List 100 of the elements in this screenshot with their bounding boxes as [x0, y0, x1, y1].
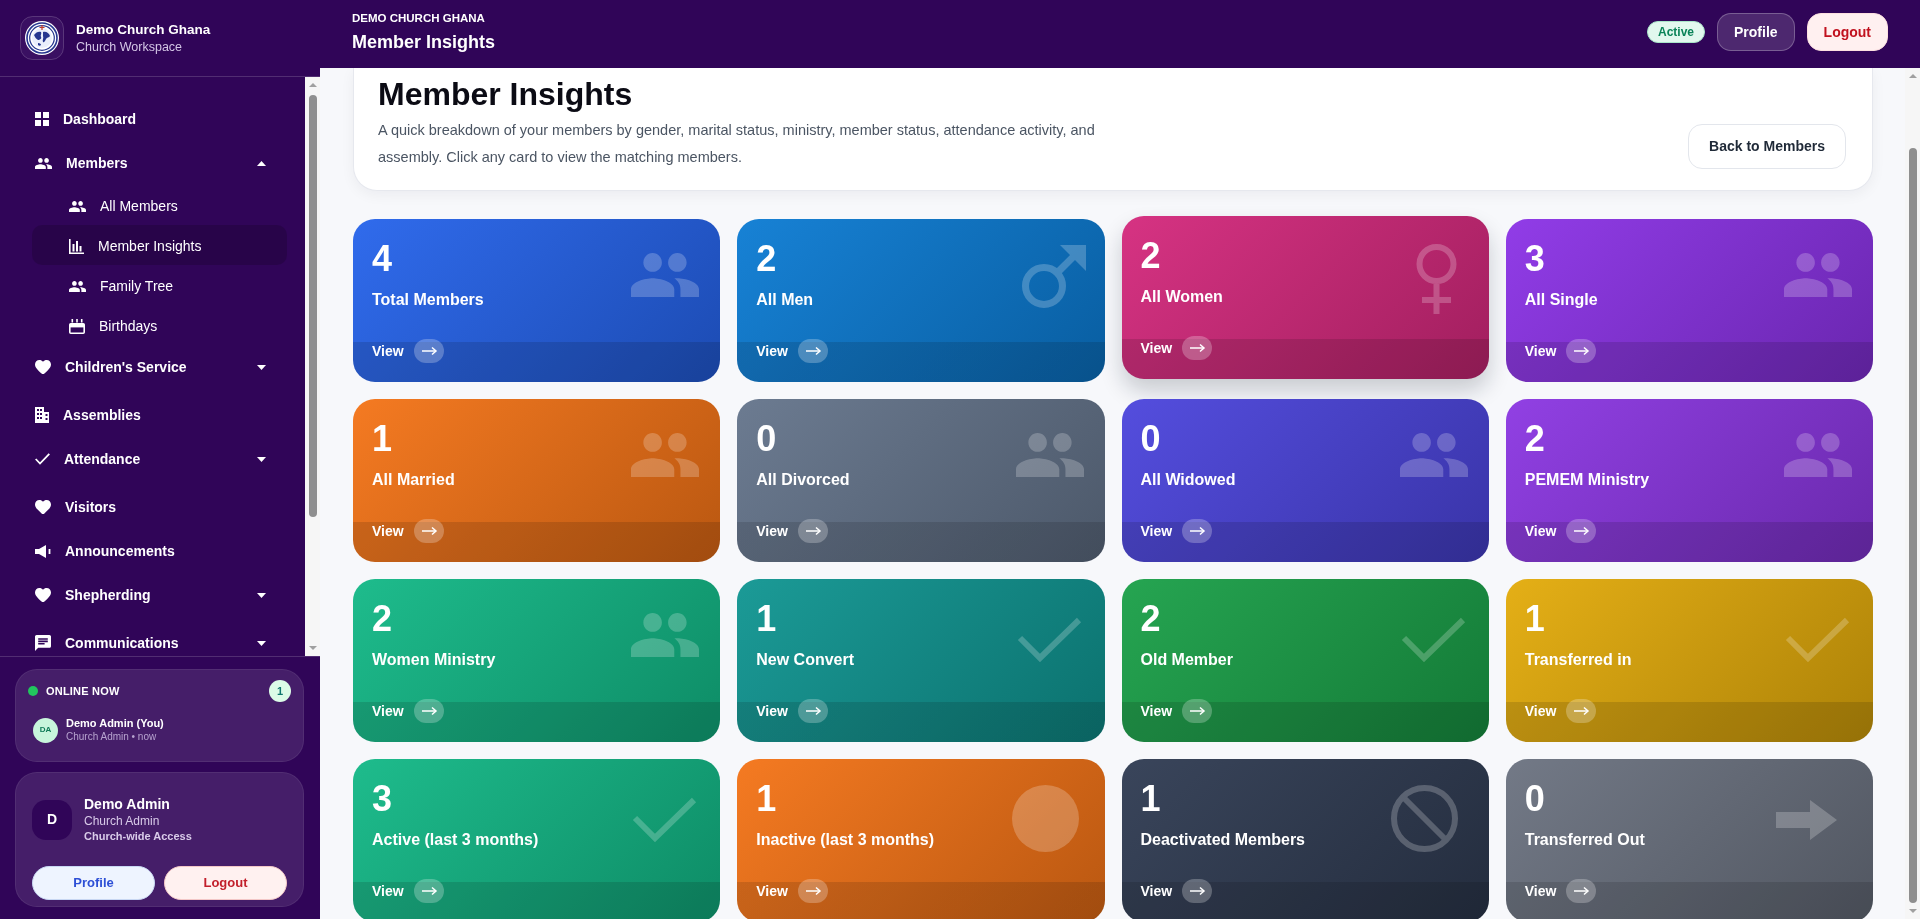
- view-link[interactable]: View: [1140, 522, 1173, 540]
- sidebar-item[interactable]: All Members: [32, 185, 287, 225]
- heart-icon: [35, 587, 51, 603]
- heart-icon: [35, 359, 51, 375]
- insight-card[interactable]: 0 All Divorced View: [737, 399, 1105, 562]
- scroll-up-icon[interactable]: [308, 83, 317, 87]
- count-value: 4: [372, 241, 393, 277]
- sidebar-item[interactable]: Assemblies: [32, 393, 287, 437]
- insight-card[interactable]: 3 All Single View: [1505, 219, 1873, 382]
- arrow-right-icon[interactable]: [797, 339, 828, 363]
- view-link[interactable]: View: [756, 522, 788, 540]
- card-title: All Single: [1524, 290, 1598, 310]
- caret-down-icon[interactable]: [257, 640, 266, 646]
- sidebar-item[interactable]: Announcements: [32, 529, 287, 573]
- insight-card[interactable]: 3 Active (last 3 months) View: [353, 759, 721, 919]
- arrow-right-icon[interactable]: [797, 519, 828, 543]
- card-title: Transferred in: [1524, 650, 1632, 670]
- count-badge: 1: [269, 680, 291, 702]
- sidebar-item[interactable]: Family Tree: [32, 265, 287, 305]
- count-value: 2: [372, 601, 393, 637]
- insight-card[interactable]: 2 PEMEM Ministry View: [1505, 399, 1873, 562]
- insight-card[interactable]: 2 Women Ministry View: [353, 579, 721, 742]
- caret-up-icon[interactable]: [257, 160, 266, 166]
- logout-button[interactable]: Logout: [164, 866, 287, 900]
- view-link[interactable]: View: [1524, 342, 1557, 360]
- arrow-right-icon[interactable]: [1182, 519, 1213, 543]
- card-title: New Convert: [756, 650, 855, 670]
- insight-card[interactable]: 2 All Men View: [737, 219, 1105, 382]
- profile-button[interactable]: Profile: [1717, 13, 1795, 51]
- view-link[interactable]: View: [372, 522, 404, 540]
- church-name: DEMO CHURCH GHANA: [352, 11, 486, 25]
- circle-icon: [1011, 785, 1079, 852]
- arrow-right-icon[interactable]: [1182, 699, 1213, 723]
- access-level: Church-wide Access: [84, 829, 192, 844]
- sidebar-item[interactable]: Communications: [32, 621, 287, 656]
- insight-card[interactable]: 2 All Women View: [1121, 216, 1489, 379]
- scrollbar-thumb[interactable]: [308, 95, 317, 517]
- insight-card[interactable]: 0 All Widowed View: [1121, 399, 1489, 562]
- people-icon: [1784, 253, 1852, 297]
- sidebar-item[interactable]: Children's Service: [32, 345, 287, 389]
- count-value: 2: [1524, 421, 1545, 457]
- insight-card[interactable]: 1 Inactive (last 3 months) View: [737, 759, 1105, 919]
- logout-button[interactable]: Logout: [1806, 13, 1888, 51]
- view-link[interactable]: View: [1524, 882, 1557, 900]
- back-button[interactable]: Back to Members: [1688, 124, 1846, 169]
- page-description: A quick breakdown of your members by gender, marital status, ministry, member status, attendance activity, and assembly. Click any card to view the matching members.: [378, 121, 1096, 167]
- arrow-right-icon[interactable]: [1566, 519, 1597, 543]
- insight-card[interactable]: 0 Transferred Out View: [1505, 759, 1873, 919]
- sidebar-item[interactable]: Birthdays: [32, 305, 287, 345]
- sidebar-item[interactable]: Dashboard: [32, 97, 287, 141]
- view-link[interactable]: View: [1140, 339, 1173, 357]
- view-link[interactable]: View: [1140, 702, 1173, 720]
- scrollbar[interactable]: [1905, 68, 1920, 919]
- insight-card[interactable]: 1 Deactivated Members View: [1121, 759, 1489, 919]
- sidebar-item[interactable]: Shepherding: [32, 573, 287, 617]
- user-role: Church Admin: [84, 813, 161, 829]
- card-title: Total Members: [372, 290, 484, 310]
- count-value: 0: [756, 421, 777, 457]
- arrow-right-icon[interactable]: [1182, 879, 1213, 903]
- insight-card[interactable]: 1 All Married View: [353, 399, 721, 562]
- sidebar-item[interactable]: Attendance: [32, 437, 287, 481]
- insight-card[interactable]: 1 New Convert View: [737, 579, 1105, 742]
- view-link[interactable]: View: [756, 342, 788, 360]
- view-link[interactable]: View: [372, 882, 404, 900]
- arrow-right-icon[interactable]: [797, 699, 828, 723]
- scrollbar-thumb[interactable]: [1908, 148, 1917, 903]
- profile-button[interactable]: Profile: [32, 866, 155, 900]
- arrow-right-icon[interactable]: [1566, 879, 1597, 903]
- user-name: Demo Admin: [84, 795, 171, 813]
- cake-icon: [69, 318, 85, 334]
- view-link[interactable]: View: [1140, 882, 1173, 900]
- sidebar-item[interactable]: Member Insights: [32, 225, 287, 265]
- insight-card[interactable]: 2 Old Member View: [1121, 579, 1489, 742]
- caret-down-icon[interactable]: [257, 592, 266, 598]
- insight-card[interactable]: 4 Total Members View: [353, 219, 721, 382]
- people-icon: [69, 280, 86, 292]
- scroll-up-icon[interactable]: [1908, 74, 1917, 78]
- people-icon: [1399, 433, 1468, 477]
- arrow-right-icon[interactable]: [1566, 339, 1597, 363]
- view-link[interactable]: View: [756, 702, 788, 720]
- caret-down-icon[interactable]: [257, 364, 266, 370]
- view-link[interactable]: View: [1524, 522, 1557, 540]
- people-icon: [631, 613, 700, 657]
- view-link[interactable]: View: [372, 702, 404, 720]
- arrow-right-icon[interactable]: [413, 339, 444, 363]
- people-icon: [1784, 433, 1852, 477]
- view-link[interactable]: View: [756, 882, 788, 900]
- count-value: 1: [756, 781, 777, 817]
- scroll-down-icon[interactable]: [308, 646, 317, 650]
- scrollbar[interactable]: [305, 77, 320, 656]
- view-link[interactable]: View: [372, 342, 404, 360]
- check-icon: [632, 797, 698, 842]
- count-value: 0: [1524, 781, 1545, 817]
- sidebar-item[interactable]: Members: [32, 141, 287, 185]
- sidebar-item[interactable]: Visitors: [32, 485, 287, 529]
- caret-down-icon[interactable]: [257, 456, 266, 462]
- scroll-down-icon[interactable]: [1908, 909, 1917, 913]
- count-value: 0: [1140, 421, 1161, 457]
- arrow-right-icon[interactable]: [1182, 336, 1213, 360]
- card-title: Women Ministry: [372, 650, 496, 670]
